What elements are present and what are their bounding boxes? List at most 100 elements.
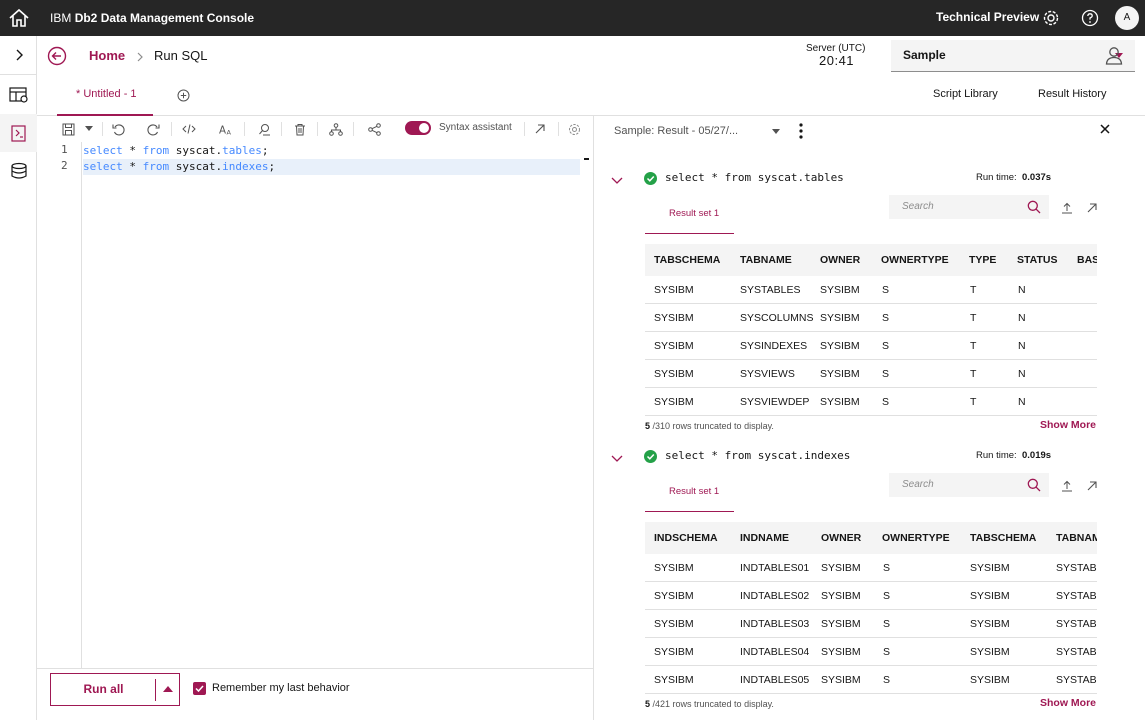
show-more-link[interactable]: Show More xyxy=(1040,419,1096,431)
expand-icon[interactable] xyxy=(0,36,37,74)
tab-untitled-1[interactable]: * Untitled - 1 xyxy=(57,76,153,116)
format-code-icon[interactable] xyxy=(182,122,196,136)
table-row[interactable]: SYSIBM SYSCOLUMNS SYSIBM S T N xyxy=(645,304,1097,332)
tab-result-set-1[interactable]: Result set 1 xyxy=(645,476,734,512)
external-link-icon[interactable] xyxy=(1086,479,1098,497)
chevron-down-icon[interactable] xyxy=(82,122,96,136)
result-history-link[interactable]: Result History xyxy=(1038,88,1106,100)
column-header[interactable]: OWNERTYPE xyxy=(882,522,950,554)
gear-icon[interactable] xyxy=(1039,6,1063,30)
avatar[interactable]: A xyxy=(1115,6,1139,30)
result-query: select * from syscat.tables xyxy=(665,171,844,184)
export-icon[interactable] xyxy=(1061,479,1073,497)
chevron-down-icon[interactable] xyxy=(772,129,780,134)
table-row[interactable]: SYSIBM SYSVIEWDEP SYSIBM S T N xyxy=(645,388,1097,416)
show-more-link[interactable]: Show More xyxy=(1040,697,1096,709)
column-header[interactable]: STATUS xyxy=(1017,244,1057,276)
table-row[interactable]: SYSIBM SYSVIEWS SYSIBM S T N xyxy=(645,360,1097,388)
table-cell: S xyxy=(883,646,891,658)
table-header: INDSCHEMA INDNAME OWNER OWNERTYPE TABSCH… xyxy=(645,522,1097,554)
chevron-down-icon[interactable] xyxy=(611,450,623,468)
result-search-input[interactable]: Search xyxy=(889,473,1049,497)
table-row[interactable]: SYSIBM SYSINDEXES SYSIBM S T N xyxy=(645,332,1097,360)
code-line[interactable]: select * from syscat.tables; xyxy=(83,143,268,159)
redo-icon[interactable] xyxy=(146,122,160,136)
settings-icon[interactable] xyxy=(567,122,581,136)
run-all-button[interactable]: Run all xyxy=(50,673,180,706)
search-icon[interactable] xyxy=(1027,478,1041,497)
toolbar-divider xyxy=(558,122,559,136)
table-cell: S xyxy=(882,396,890,408)
column-header[interactable]: TABNAM xyxy=(1056,522,1097,554)
rail-divider xyxy=(0,74,37,75)
export-icon[interactable] xyxy=(1061,201,1073,219)
delete-icon[interactable] xyxy=(293,122,307,136)
table-row[interactable]: SYSIBM INDTABLES03 SYSIBM S SYSIBM SYSTA… xyxy=(645,610,1097,638)
chevron-down-icon[interactable] xyxy=(611,172,623,190)
remember-checkbox[interactable] xyxy=(193,682,206,695)
result-block: select * from syscat.tables Run time: 0.… xyxy=(594,170,1145,438)
column-header[interactable]: OWNERTYPE xyxy=(881,244,949,276)
technical-preview-label[interactable]: Technical Preview xyxy=(936,0,1039,36)
table-cell: SYSIBM xyxy=(820,312,860,324)
column-header[interactable]: TABNAME xyxy=(740,244,792,276)
external-link-icon[interactable] xyxy=(1086,201,1098,219)
table-row[interactable]: SYSIBM SYSTABLES SYSIBM S T N xyxy=(645,276,1097,304)
table-cell: T xyxy=(970,396,977,408)
sql-schema: syscat. xyxy=(169,160,223,173)
sql-editor[interactable]: 1 2 select * from syscat.tables; select … xyxy=(37,142,593,668)
table-explore-icon[interactable] xyxy=(0,76,37,114)
code-line[interactable]: select * from syscat.indexes; xyxy=(83,159,580,175)
result-title[interactable]: Sample: Result - 05/27/... xyxy=(614,125,738,137)
table-row[interactable]: SYSIBM INDTABLES04 SYSIBM S SYSIBM SYSTA… xyxy=(645,638,1097,666)
save-icon[interactable] xyxy=(61,122,75,136)
table-row[interactable]: SYSIBM INDTABLES01 SYSIBM S SYSIBM SYSTA… xyxy=(645,554,1097,582)
database-select-value: Sample xyxy=(903,48,946,62)
add-tab-icon[interactable] xyxy=(177,89,190,107)
column-header[interactable]: TYPE xyxy=(969,244,996,276)
column-header[interactable]: TABSCHEMA xyxy=(654,244,720,276)
back-arrow-icon[interactable] xyxy=(47,46,67,66)
column-header[interactable]: OWNER xyxy=(820,244,860,276)
table-cell: S xyxy=(882,312,890,324)
table-cell: S xyxy=(883,562,891,574)
home-icon[interactable] xyxy=(0,0,37,36)
success-icon xyxy=(644,450,657,463)
sql-editor-icon[interactable] xyxy=(0,114,37,152)
database-select[interactable]: Sample xyxy=(891,40,1135,72)
column-header[interactable]: INDNAME xyxy=(740,522,789,554)
remember-label[interactable]: Remember my last behavior xyxy=(212,682,350,694)
tab-result-set-1[interactable]: Result set 1 xyxy=(645,198,734,234)
table-cell: N xyxy=(1018,396,1026,408)
table-cell: SYSIBM xyxy=(970,590,1010,602)
undo-icon[interactable] xyxy=(111,122,125,136)
column-header[interactable]: BAS xyxy=(1077,244,1097,276)
help-icon[interactable] xyxy=(1078,6,1102,30)
overflow-menu-icon[interactable] xyxy=(799,123,803,139)
syntax-assistant-toggle[interactable] xyxy=(405,121,431,135)
external-link-icon[interactable] xyxy=(533,122,547,136)
search-icon[interactable] xyxy=(1027,200,1041,219)
column-header[interactable]: INDSCHEMA xyxy=(654,522,718,554)
explain-icon[interactable] xyxy=(257,122,271,136)
table-row[interactable]: SYSIBM INDTABLES02 SYSIBM S SYSIBM SYSTA… xyxy=(645,582,1097,610)
column-header[interactable]: TABSCHEMA xyxy=(970,522,1036,554)
table-cell: N xyxy=(1018,368,1026,380)
toolbar-divider xyxy=(102,122,103,136)
sql-keyword: from xyxy=(142,160,170,173)
share-icon[interactable] xyxy=(367,122,381,136)
font-size-icon[interactable]: AA xyxy=(219,122,233,136)
database-icon[interactable] xyxy=(0,152,37,190)
table-cell: SYSIBM xyxy=(970,646,1010,658)
script-library-link[interactable]: Script Library xyxy=(933,88,998,100)
editor-toolbar: AA Syntax assistant xyxy=(37,116,593,142)
line-number: 2 xyxy=(61,159,68,172)
breadcrumb-home-link[interactable]: Home xyxy=(89,36,125,76)
hierarchy-icon[interactable] xyxy=(329,122,343,136)
column-header[interactable]: OWNER xyxy=(821,522,861,554)
chevron-up-icon[interactable] xyxy=(163,686,173,692)
close-icon[interactable] xyxy=(1099,122,1111,140)
user-icon[interactable] xyxy=(1105,46,1123,71)
result-search-input[interactable]: Search xyxy=(889,195,1049,219)
table-row[interactable]: SYSIBM INDTABLES05 SYSIBM S SYSIBM SYSTA… xyxy=(645,666,1097,694)
